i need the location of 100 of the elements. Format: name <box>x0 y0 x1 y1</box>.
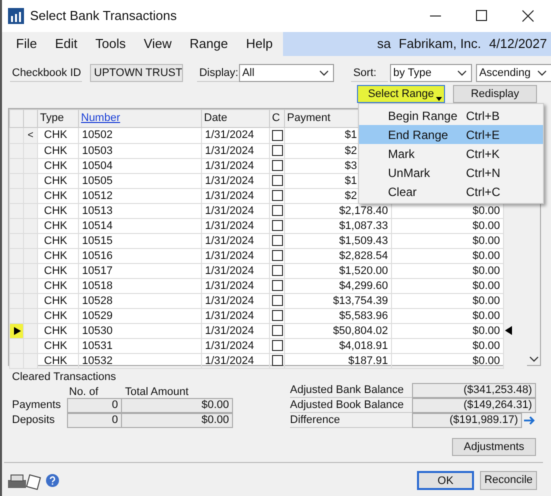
close-icon[interactable] <box>522 10 534 22</box>
table-cell: CHK <box>44 144 68 156</box>
dropdown[interactable]: All <box>239 64 334 82</box>
table-cell: $0.00 <box>472 340 500 352</box>
table-cell: 1/31/2024 <box>205 264 254 276</box>
column-header: Total Amount <box>125 385 189 398</box>
range-menu-item[interactable]: Mark Ctrl+K <box>359 144 543 163</box>
cleared-checkbox[interactable] <box>272 145 282 156</box>
caret-icon[interactable] <box>436 97 442 101</box>
table-cell: $50,804.02 <box>332 324 388 336</box>
chevron-down-icon[interactable] <box>457 70 468 76</box>
table-cell: 1/31/2024 <box>205 174 254 186</box>
menu-item[interactable]: Range <box>190 34 228 54</box>
cleared-checkbox[interactable] <box>272 355 282 366</box>
table-cell: 1/31/2024 <box>205 340 254 352</box>
range-menu-item[interactable]: UnMark Ctrl+N <box>359 163 543 182</box>
table-cell: 10529 <box>82 310 113 322</box>
menu-shortcut: Ctrl+K <box>466 146 500 162</box>
table-cell: $0.00 <box>472 280 500 292</box>
table-cell: CHK <box>44 324 68 336</box>
table-cell: CHK <box>44 220 68 232</box>
dropdown[interactable]: by Type <box>390 64 472 82</box>
table-cell: $1 <box>344 129 357 141</box>
chevron-down-icon[interactable] <box>528 356 538 362</box>
ok-button[interactable]: OK <box>417 471 474 490</box>
table-cell: $0.00 <box>472 234 500 246</box>
cleared-checkbox[interactable] <box>272 265 282 276</box>
cleared-checkbox[interactable] <box>272 310 282 321</box>
range-menu-item[interactable]: Clear Ctrl+C <box>359 182 543 201</box>
menu-shortcut: Ctrl+B <box>466 108 500 124</box>
menu-item[interactable]: Tools <box>95 34 126 54</box>
menu-item-label: Begin Range <box>387 108 458 124</box>
table-cell: $0.00 <box>472 204 500 216</box>
table-cell: 1/31/2024 <box>205 250 254 262</box>
chevron-down-icon[interactable] <box>319 70 330 76</box>
table-cell: 1/31/2024 <box>205 234 254 246</box>
row-marker: < <box>28 130 34 140</box>
table-cell: CHK <box>44 340 68 352</box>
chevron-down-icon[interactable] <box>537 70 548 76</box>
cleared-checkbox[interactable] <box>272 160 282 171</box>
user-date: 4/12/2027 <box>489 35 547 54</box>
printer-icon[interactable] <box>8 472 42 490</box>
table-cell: $2,178.40 <box>339 204 388 216</box>
table-cell: 1/31/2024 <box>205 190 254 202</box>
menu-item-label: UnMark <box>387 164 432 182</box>
select-range-button[interactable]: Select Range <box>357 85 445 103</box>
range-menu-item[interactable]: Begin Range Ctrl+B <box>359 106 543 125</box>
help-icon[interactable] <box>46 474 59 487</box>
table-cell: $0.00 <box>472 310 500 322</box>
table-cell: CHK <box>44 354 68 366</box>
table-cell: 1/31/2024 <box>205 129 254 141</box>
row-label: Deposits <box>12 413 56 428</box>
cleared-checkbox[interactable] <box>272 280 282 291</box>
adjustments-button[interactable]: Adjustments <box>452 438 536 456</box>
table-cell: $1,509.43 <box>339 234 388 246</box>
menu-item[interactable]: Edit <box>54 34 78 54</box>
cleared-checkbox[interactable] <box>272 130 282 140</box>
table-cell: $0.00 <box>472 324 500 336</box>
menu-item[interactable]: View <box>144 34 172 54</box>
table-cell: 10514 <box>82 220 113 232</box>
count-field: 0 <box>67 398 122 413</box>
table-cell: 10532 <box>82 354 113 366</box>
table-cell: 1/31/2024 <box>205 354 254 366</box>
cleared-checkbox[interactable] <box>272 250 282 261</box>
table-cell: CHK <box>44 234 68 246</box>
cleared-checkbox[interactable] <box>272 220 282 231</box>
menu-item-label: End Range <box>387 126 450 144</box>
cleared-checkbox[interactable] <box>272 340 282 351</box>
cleared-checkbox[interactable] <box>272 205 282 216</box>
redisplay-button[interactable]: Redisplay <box>453 85 537 103</box>
maximize-icon[interactable] <box>476 10 488 22</box>
table-cell: 10517 <box>82 264 113 276</box>
count-field: 0 <box>67 413 122 428</box>
table-cell: 1/31/2024 <box>205 280 254 292</box>
table-cell: $1 <box>344 174 357 186</box>
table-cell: CHK <box>44 310 68 322</box>
dropdown[interactable]: Ascending <box>476 64 551 82</box>
table-cell: 1/31/2024 <box>205 160 254 172</box>
checkbook-id-field[interactable]: UPTOWN TRUST <box>90 64 184 82</box>
table-cell: 1/31/2024 <box>205 324 254 336</box>
cleared-checkbox[interactable] <box>272 175 282 186</box>
reconcile-button[interactable]: Reconcile <box>480 471 537 490</box>
table-cell: CHK <box>44 280 68 292</box>
range-menu-item[interactable]: End Range Ctrl+E <box>359 125 543 144</box>
company-name: Fabrikam, Inc. <box>398 35 482 54</box>
cleared-checkbox[interactable] <box>272 190 282 201</box>
table-cell: 1/31/2024 <box>205 310 254 322</box>
menu-item[interactable]: Help <box>246 34 273 54</box>
menu-shortcut: Ctrl+N <box>466 164 500 182</box>
table-cell: $1,520.00 <box>339 264 388 276</box>
cleared-checkbox[interactable] <box>272 325 282 336</box>
cleared-checkbox[interactable] <box>272 235 282 246</box>
window-title: Select Bank Transactions <box>30 7 177 26</box>
table-cell: CHK <box>44 190 68 202</box>
menu-item[interactable]: File <box>16 34 37 54</box>
table-cell: 10530 <box>82 324 113 336</box>
table-cell: 1/31/2024 <box>205 294 254 306</box>
cleared-checkbox[interactable] <box>272 295 282 306</box>
table-cell: 1/31/2024 <box>205 220 254 232</box>
table-cell: CHK <box>44 204 68 216</box>
